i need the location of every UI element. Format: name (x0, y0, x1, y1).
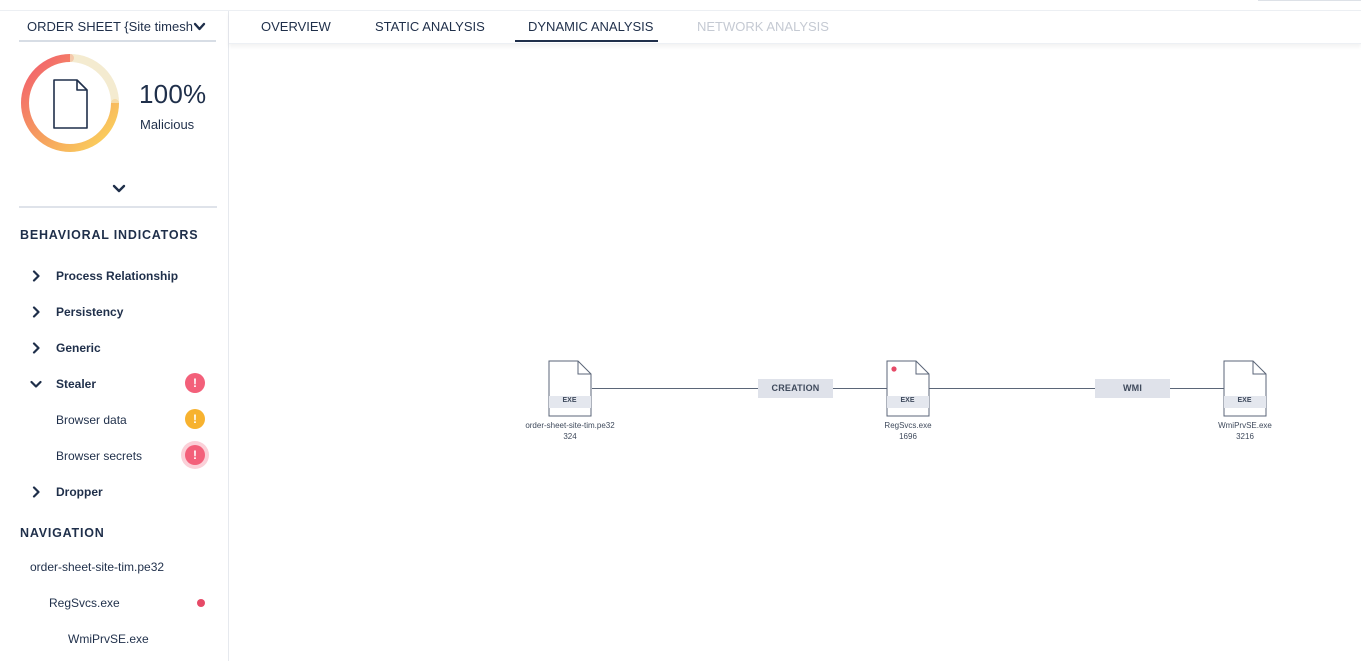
edge-label-creation: CREATION (758, 379, 833, 398)
process-id: 324 (563, 432, 577, 441)
file-type-label: EXE (562, 397, 577, 404)
top-right-edge (1258, 0, 1361, 1)
indicator-label: Browser secrets (56, 449, 143, 463)
indicator-generic[interactable]: Generic (20, 335, 220, 361)
process-name: order-sheet-site-tim.pe32 (525, 421, 615, 430)
navigation-heading: NAVIGATION (20, 526, 105, 540)
nav-item-sample[interactable]: order-sheet-site-tim.pe32 (30, 560, 164, 574)
marker-dot (197, 599, 205, 607)
process-id: 3216 (1236, 432, 1254, 441)
chevron-down-icon (193, 22, 206, 31)
indicator-label: Browser data (56, 413, 127, 427)
process-node[interactable]: EXE WmiPrvSE.exe 3216 (1218, 360, 1272, 441)
tab-static-analysis[interactable]: STATIC ANALYSIS (375, 19, 485, 34)
warning-badge: ! (185, 409, 205, 429)
indicator-stealer[interactable]: Stealer ! (20, 371, 220, 397)
sidebar: ORDER SHEET {Site timesh 100% Malicious … (0, 11, 229, 661)
sidebar-divider (19, 206, 217, 208)
indicator-label: Persistency (56, 305, 124, 319)
indicator-label: Dropper (56, 485, 103, 499)
process-id: 1696 (899, 432, 917, 441)
sample-selector[interactable]: ORDER SHEET {Site timesh (19, 14, 216, 42)
threat-score: 100% (139, 79, 207, 109)
process-name: RegSvcs.exe (884, 421, 932, 430)
top-strip (0, 0, 1361, 11)
indicator-dropper[interactable]: Dropper (20, 479, 220, 505)
indicator-browser-data[interactable]: Browser data ! (20, 407, 220, 433)
tab-bar: OVERVIEW STATIC ANALYSIS DYNAMIC ANALYSI… (229, 11, 1361, 44)
behavioral-indicators-heading: BEHAVIORAL INDICATORS (20, 228, 199, 242)
sample-name: ORDER SHEET {Site timesh (27, 19, 193, 34)
chevron-right-icon (32, 270, 40, 282)
file-type-label: EXE (900, 397, 915, 404)
chevron-down-icon (30, 380, 42, 388)
indicator-browser-secrets[interactable]: Browser secrets ! (20, 443, 220, 469)
process-name: WmiPrvSE.exe (1218, 421, 1272, 430)
tab-network-analysis: NETWORK ANALYSIS (697, 19, 829, 34)
nav-item-wmiprvse[interactable]: WmiPrvSE.exe (68, 632, 149, 646)
indicator-label: Process Relationship (56, 269, 179, 283)
indicator-persistency[interactable]: Persistency (20, 299, 220, 325)
process-node[interactable]: EXE order-sheet-site-tim.pe32 324 (525, 360, 615, 441)
alert-badge: ! (185, 373, 205, 393)
indicator-label: Generic (56, 341, 101, 355)
verdict-label: Malicious (140, 117, 195, 132)
chevron-right-icon (32, 306, 40, 318)
chevron-right-icon (32, 342, 40, 354)
edge-wmi (929, 388, 1225, 389)
threat-score-ring (21, 54, 119, 152)
active-tab-indicator (515, 40, 658, 42)
file-type-label: EXE (1237, 397, 1252, 404)
process-node[interactable]: EXE RegSvcs.exe 1696 (884, 360, 932, 441)
edge-creation (592, 388, 887, 389)
expand-chevron-icon[interactable] (111, 183, 127, 195)
exe-file-icon (1223, 360, 1267, 417)
tab-dynamic-analysis[interactable]: DYNAMIC ANALYSIS (528, 19, 653, 34)
exe-file-icon (548, 360, 592, 417)
process-graph: CREATION WMI EXE order-sheet-site-tim.pe… (229, 44, 1361, 661)
exe-file-icon (886, 360, 930, 417)
indicator-label: Stealer (56, 377, 97, 391)
nav-item-regsvcs[interactable]: RegSvcs.exe (49, 596, 120, 610)
file-icon (53, 79, 88, 129)
indicator-process-relationship[interactable]: Process Relationship (20, 263, 220, 289)
tab-overview[interactable]: OVERVIEW (261, 19, 331, 34)
chevron-right-icon (32, 486, 40, 498)
edge-label-wmi: WMI (1095, 379, 1170, 398)
alert-badge: ! (185, 445, 205, 465)
